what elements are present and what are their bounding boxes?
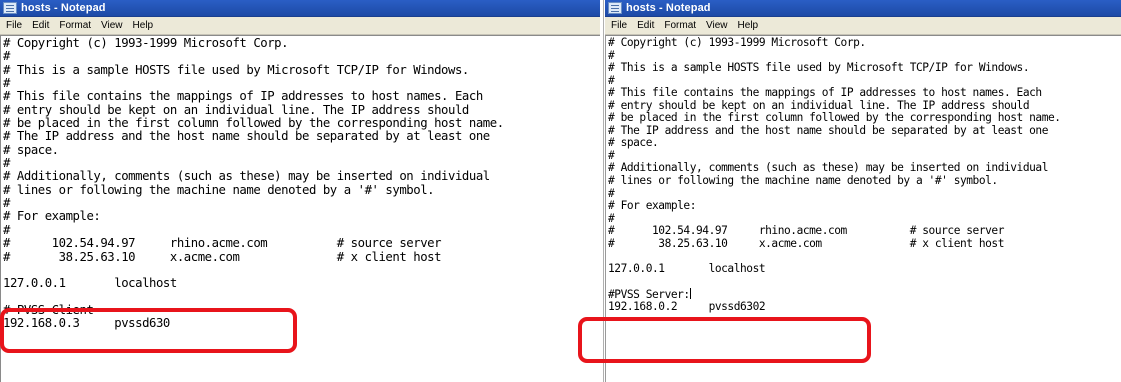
text-line: # lines or following the machine name de… [608,174,998,188]
menu-help[interactable]: Help [733,20,764,31]
text-line: # be placed in the first column followed… [3,116,504,131]
menu-bar: File Edit Format View Help [605,17,1121,35]
text-line: # 38.25.63.10 x.acme.com # x client host [3,249,442,264]
window-title: hosts - Notepad [626,2,711,14]
text-line: # [3,49,10,64]
window-title: hosts - Notepad [21,2,106,14]
notepad-icon [3,2,17,14]
text-line: # [3,156,10,171]
text-line: # [608,211,615,225]
text-line: # Additionally, comments (such as these)… [608,161,1048,175]
text-line: # Copyright (c) 1993-1999 Microsoft Corp… [3,36,289,50]
text-line: # entry should be kept on an individual … [608,98,1030,112]
text-line: # space. [3,142,59,157]
text-line: # space. [608,136,659,150]
menu-edit[interactable]: Edit [27,20,54,31]
text-line: # Additionally, comments (such as these)… [3,169,490,184]
hosts-file-content[interactable]: # Copyright (c) 1993-1999 Microsoft Corp… [1,36,600,331]
text-line: # This file contains the mappings of IP … [608,86,1042,100]
text-line: # [608,73,615,87]
text-line: # [3,222,10,237]
text-line: # be placed in the first column followed… [608,111,1061,125]
text-line: # 102.54.94.97 rhino.acme.com # source s… [608,224,1004,238]
menu-file[interactable]: File [606,20,632,31]
text-cursor [689,287,691,299]
text-line: # [608,148,615,162]
menu-view[interactable]: View [701,20,733,31]
text-line: # The IP address and the host name shoul… [3,129,490,144]
text-line: # This file contains the mappings of IP … [3,89,483,104]
notepad-icon [608,2,622,14]
text-line: # entry should be kept on an individual … [3,102,469,117]
highlight-box-server [578,317,871,363]
text-line: 192.168.0.2 pvssd6302 [608,300,766,314]
text-line: # The IP address and the host name shoul… [608,123,1048,137]
menu-format[interactable]: Format [659,20,701,31]
text-line: # [3,76,10,91]
text-line: # 102.54.94.97 rhino.acme.com # source s… [3,236,442,251]
menu-file[interactable]: File [1,20,27,31]
menu-view[interactable]: View [96,20,128,31]
text-line: # [3,196,10,211]
text-line: # This is a sample HOSTS file used by Mi… [3,62,469,77]
text-line: # This is a sample HOSTS file used by Mi… [608,61,1030,75]
text-line: # Copyright (c) 1993-1999 Microsoft Corp… [608,36,866,49]
text-line: # For example: [3,209,101,224]
text-line: # lines or following the machine name de… [3,182,435,197]
title-bar[interactable]: hosts - Notepad [0,0,600,17]
text-line: # For example: [608,199,696,213]
highlight-box-client [0,308,297,353]
menu-format[interactable]: Format [54,20,96,31]
menu-edit[interactable]: Edit [632,20,659,31]
text-line: # [608,186,615,200]
title-bar[interactable]: hosts - Notepad [605,0,1121,17]
text-line: 127.0.0.1 localhost [608,261,766,275]
text-line: #PVSS Server: [608,287,690,301]
text-line: # 38.25.63.10 x.acme.com # x client host [608,236,1004,250]
text-line: 127.0.0.1 localhost [3,276,177,291]
menu-bar: File Edit Format View Help [0,17,600,35]
menu-help[interactable]: Help [128,20,159,31]
text-line: # [608,48,615,62]
hosts-file-content[interactable]: # Copyright (c) 1993-1999 Microsoft Corp… [606,36,1121,314]
